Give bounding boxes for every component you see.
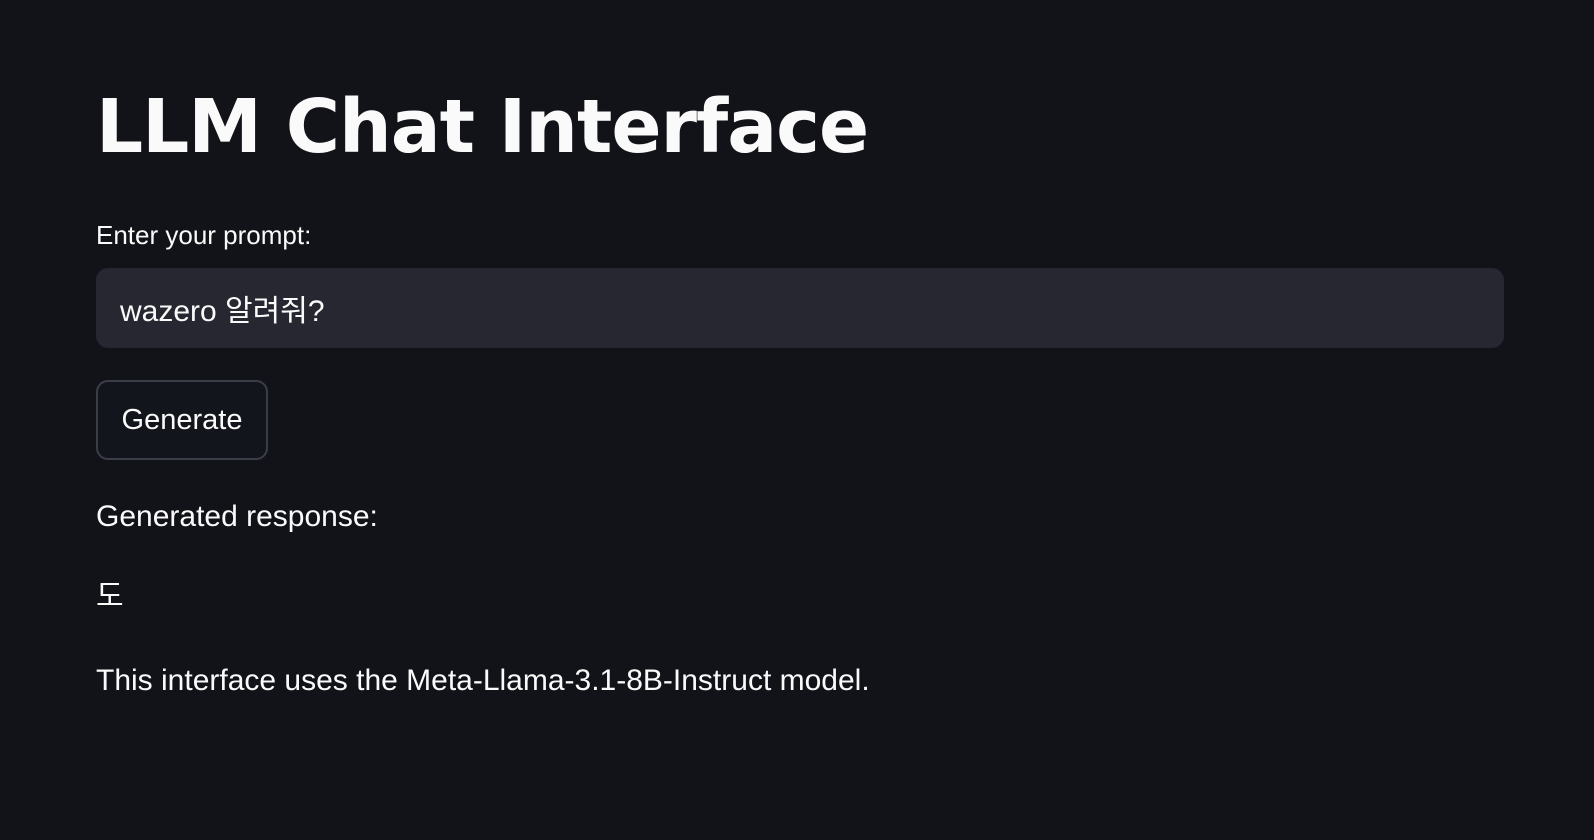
generate-button[interactable]: Generate (96, 380, 268, 460)
model-info-note: This interface uses the Meta-Llama-3.1-8… (96, 664, 870, 697)
prompt-label: Enter your prompt: (96, 220, 312, 250)
response-label: Generated response: (96, 500, 378, 533)
page-title: LLM Chat Interface (96, 84, 869, 170)
prompt-input[interactable] (96, 268, 1504, 348)
response-text: 도 (96, 580, 124, 613)
